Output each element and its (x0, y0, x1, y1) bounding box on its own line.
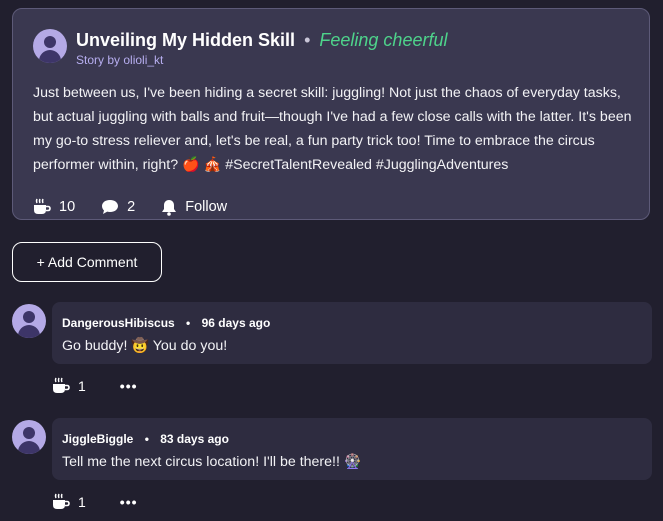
user-avatar-icon (23, 311, 35, 323)
comment-author-avatar[interactable] (12, 304, 46, 338)
title-separator: • (304, 30, 311, 50)
bell-icon (162, 199, 177, 216)
post-card: Unveiling My Hidden Skill • Feeling chee… (12, 8, 650, 220)
coffee-count: 10 (59, 199, 76, 215)
post-title-line: Unveiling My Hidden Skill • Feeling chee… (76, 30, 447, 51)
comment-meta: DangerousHibiscus • 96 days ago (62, 316, 270, 330)
comment-coffee-count: 1 (78, 378, 86, 394)
post-byline[interactable]: Story by olioli_kt (76, 53, 163, 67)
add-comment-button[interactable]: + Add Comment (12, 242, 162, 282)
comment-text: Go buddy! 🤠 You do you! (62, 338, 228, 354)
author-avatar[interactable] (33, 29, 67, 63)
comment-author-avatar[interactable] (12, 420, 46, 454)
comments-button[interactable]: 2 (101, 199, 135, 215)
coffee-cup-icon (53, 493, 70, 509)
user-avatar-icon (23, 427, 35, 439)
follow-button[interactable]: Follow (161, 199, 227, 216)
user-avatar-icon (44, 36, 56, 48)
speech-bubble-icon (102, 200, 119, 214)
post-feeling: Feeling cheerful (319, 30, 448, 50)
comment-time: 96 days ago (201, 316, 271, 330)
post-body: Just between us, I've been hiding a secr… (33, 85, 632, 173)
comment-meta: JiggleBiggle • 83 days ago (62, 432, 229, 446)
more-options-icon[interactable]: ••• (120, 378, 138, 394)
comment-coffee-count: 1 (78, 494, 86, 510)
comment-bubble: JiggleBiggle • 83 days ago Tell me the n… (52, 418, 652, 480)
post-title: Unveiling My Hidden Skill (76, 30, 296, 50)
coffee-cup-icon (53, 377, 70, 393)
post-actions: 10 2 Follow (33, 197, 253, 217)
comment-text: Tell me the next circus location! I'll b… (62, 454, 362, 470)
coffee-cup-icon (34, 198, 51, 214)
coffee-button[interactable]: 10 (33, 198, 75, 216)
comment-coffee-button[interactable]: 1 (52, 377, 86, 395)
comment-author[interactable]: DangerousHibiscus (62, 316, 175, 330)
comment-count: 2 (127, 199, 136, 215)
comment-bubble: DangerousHibiscus • 96 days ago Go buddy… (52, 302, 652, 364)
more-options-icon[interactable]: ••• (120, 494, 138, 510)
comment-time: 83 days ago (160, 432, 229, 446)
comment-coffee-button[interactable]: 1 (52, 493, 86, 511)
comment-separator: • (144, 432, 149, 446)
comment-separator: • (186, 316, 191, 330)
follow-label: Follow (185, 199, 228, 215)
comment-author[interactable]: JiggleBiggle (62, 432, 133, 446)
comment-actions: 1 ••• (52, 377, 138, 395)
comment-actions: 1 ••• (52, 493, 138, 511)
